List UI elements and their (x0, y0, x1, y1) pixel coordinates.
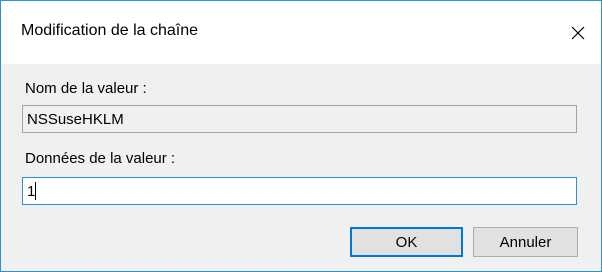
dialog-title: Modification de la chaîne (21, 22, 198, 39)
edit-string-dialog: Modification de la chaîne Nom de la vale… (0, 0, 602, 272)
value-name-field[interactable] (22, 105, 577, 133)
title-bar[interactable]: Modification de la chaîne (1, 1, 601, 64)
value-name-label: Nom de la valeur : (25, 80, 147, 97)
value-data-label: Données de la valeur : (25, 150, 176, 167)
value-data-field[interactable] (22, 177, 577, 205)
close-button[interactable] (555, 1, 601, 64)
cancel-button[interactable]: Annuler (473, 227, 578, 257)
close-icon (570, 25, 586, 41)
text-caret (35, 182, 36, 200)
ok-button[interactable]: OK (350, 227, 463, 257)
